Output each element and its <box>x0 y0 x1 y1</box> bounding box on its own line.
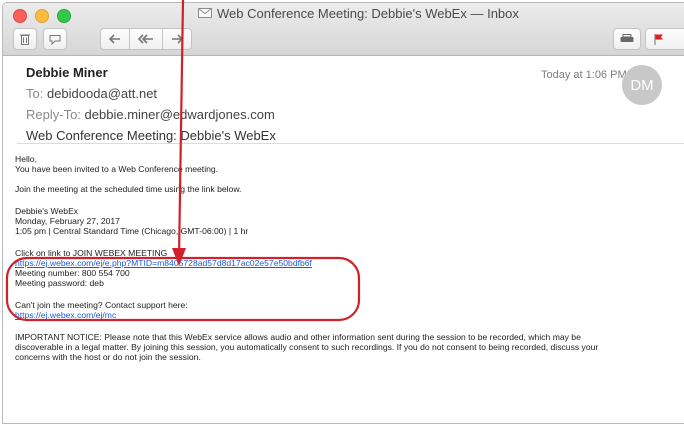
flag-icon <box>654 33 664 45</box>
reply-to-address[interactable]: debbie.miner@edwardjones.com <box>85 107 275 122</box>
to-label: To: <box>26 86 44 101</box>
support-link[interactable]: https://ej.webex.com/ej/mc <box>15 310 116 320</box>
message-subject: Web Conference Meeting: Debbie's WebEx <box>26 128 276 143</box>
header-divider <box>17 143 684 144</box>
support-text: Can't join the meeting? Contact support … <box>15 300 188 310</box>
join-meeting-link[interactable]: https://ej.webex.com/ej/e.php?MTID=m8405… <box>15 258 312 268</box>
forward-button[interactable] <box>162 28 192 50</box>
meeting-date: Monday, February 27, 2017 <box>15 216 120 226</box>
window-controls <box>13 9 71 23</box>
reply-all-button[interactable] <box>129 28 163 50</box>
to-line: To: debidooda@att.net <box>26 86 684 101</box>
forward-icon <box>171 34 183 44</box>
reply-button[interactable] <box>100 28 130 50</box>
reply-to-line: Reply-To: debbie.miner@edwardjones.com <box>26 107 684 122</box>
notice-line-1: IMPORTANT NOTICE: Please note that this … <box>15 332 581 342</box>
avatar: DM <box>622 65 662 105</box>
reply-all-icon <box>138 34 154 44</box>
reply-to-label: Reply-To: <box>26 107 81 122</box>
flag-button[interactable] <box>645 28 684 50</box>
notice-line-2: discoverable in a legal matter. By joini… <box>15 342 599 352</box>
to-address[interactable]: debidooda@att.net <box>47 86 157 101</box>
join-prompt: Click on link to JOIN WEBEX MEETING <box>15 248 168 258</box>
join-instruction: Join the meeting at the scheduled time u… <box>15 184 242 194</box>
junk-button[interactable] <box>43 28 67 50</box>
print-icon <box>620 34 634 44</box>
window-title-text: Web Conference Meeting: Debbie's WebEx —… <box>217 6 519 21</box>
message-date: Today at 1:06 PM <box>541 69 627 81</box>
print-button[interactable] <box>613 28 641 50</box>
invitation-text: You have been invited to a Web Conferenc… <box>15 164 219 174</box>
window-title: Web Conference Meeting: Debbie's WebEx —… <box>198 6 519 21</box>
title-bar: Web Conference Meeting: Debbie's WebEx —… <box>3 3 684 56</box>
message-body: Hello, You have been invited to a Web Co… <box>15 154 684 362</box>
notice-line-3: concerns with the host or do not join th… <box>15 352 201 362</box>
mail-window: Web Conference Meeting: Debbie's WebEx —… <box>2 2 684 424</box>
zoom-window-button[interactable] <box>57 9 71 23</box>
reply-button-group <box>100 28 192 50</box>
toolbar <box>3 28 684 52</box>
reply-icon <box>109 34 121 44</box>
close-window-button[interactable] <box>13 9 27 23</box>
minimize-window-button[interactable] <box>35 9 49 23</box>
junk-icon <box>49 34 61 45</box>
greeting: Hello, <box>15 154 37 164</box>
meeting-number: Meeting number: 800 554 700 <box>15 268 130 278</box>
envelope-icon <box>198 6 212 21</box>
avatar-initials: DM <box>630 76 654 94</box>
meeting-password: Meeting password: deb <box>15 278 104 288</box>
trash-icon <box>20 33 30 45</box>
meeting-time: 1:05 pm | Central Standard Time (Chicago… <box>15 226 249 236</box>
meeting-name: Debbie's WebEx <box>15 206 79 216</box>
delete-button[interactable] <box>13 28 37 50</box>
